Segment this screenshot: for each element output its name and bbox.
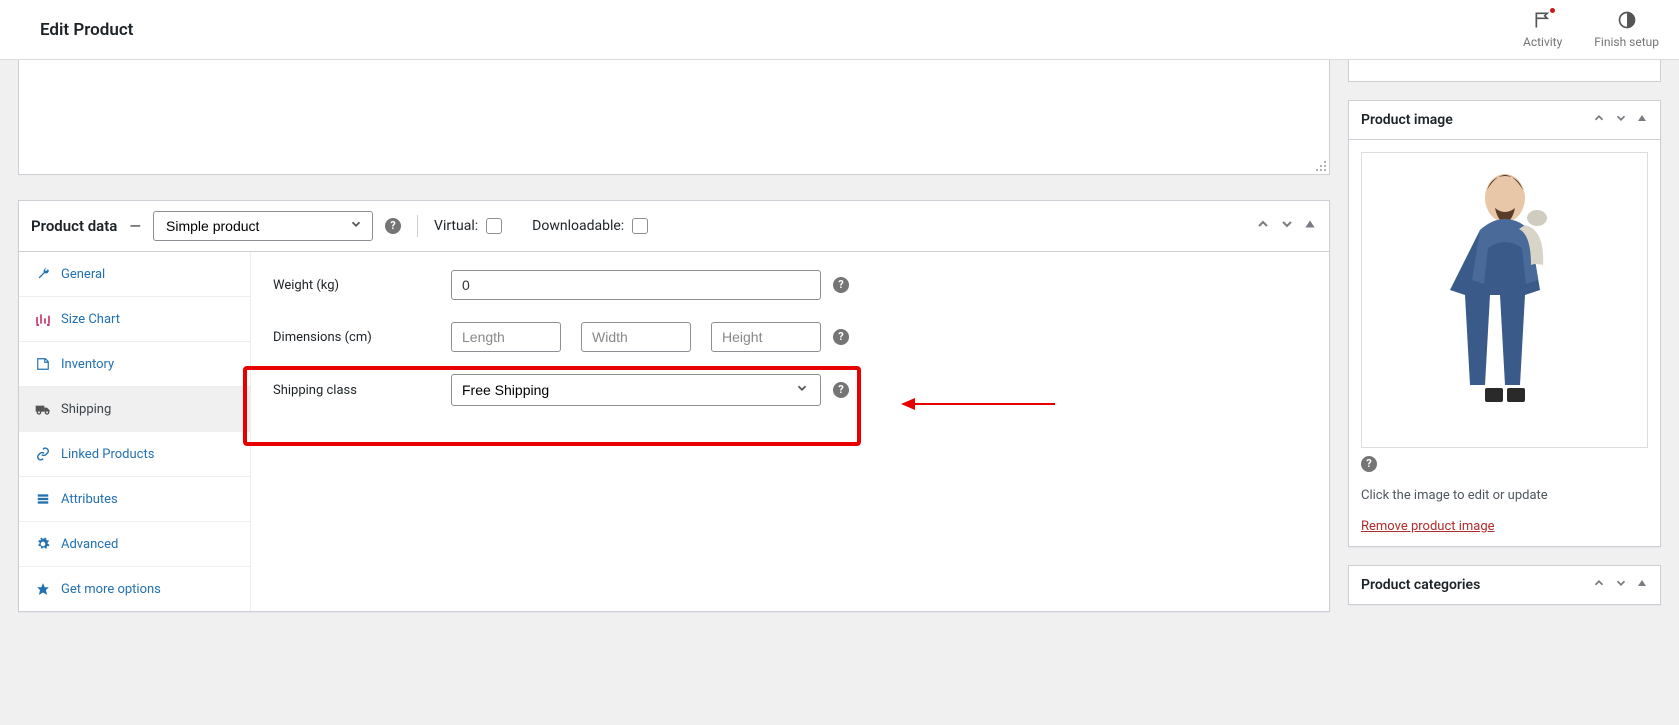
panel-toggle-icon[interactable] xyxy=(1636,577,1648,593)
shipping-class-select[interactable]: Free Shipping xyxy=(451,374,821,406)
get-more-icon xyxy=(35,581,51,597)
resize-handle[interactable] xyxy=(1313,158,1327,172)
help-icon[interactable]: ? xyxy=(833,277,849,293)
product-data-heading: Product data xyxy=(31,217,117,235)
tab-shipping[interactable]: Shipping xyxy=(19,387,250,432)
tab-general-label: General xyxy=(61,267,105,282)
product-image-heading: Product image xyxy=(1361,112,1453,128)
help-icon[interactable]: ? xyxy=(833,382,849,398)
weight-input[interactable] xyxy=(451,270,821,300)
panel-move-down-icon[interactable] xyxy=(1614,111,1628,129)
virtual-checkbox[interactable] xyxy=(486,218,502,234)
panel-move-down-icon[interactable] xyxy=(1614,576,1628,594)
product-categories-heading: Product categories xyxy=(1361,577,1480,593)
tab-linked-products[interactable]: Linked Products xyxy=(19,432,250,477)
shipping-class-label: Shipping class xyxy=(273,383,451,398)
description-editor[interactable] xyxy=(18,60,1330,175)
downloadable-label: Downloadable: xyxy=(532,218,624,234)
panel-move-up-icon[interactable] xyxy=(1592,111,1606,129)
tab-advanced-label: Advanced xyxy=(61,537,118,552)
link-icon xyxy=(35,446,51,462)
weight-label: Weight (kg) xyxy=(273,278,451,293)
page-title: Edit Product xyxy=(40,20,133,40)
tab-attributes-label: Attributes xyxy=(61,492,118,507)
help-icon[interactable]: ? xyxy=(833,329,849,345)
width-input[interactable] xyxy=(581,322,691,352)
dash-separator: — xyxy=(129,217,141,235)
attributes-icon xyxy=(35,491,51,507)
tab-inventory-label: Inventory xyxy=(61,357,114,372)
gear-icon xyxy=(35,536,51,552)
shipping-icon xyxy=(35,401,51,417)
activity-label: Activity xyxy=(1523,35,1562,49)
help-icon[interactable]: ? xyxy=(385,218,401,234)
tab-advanced[interactable]: Advanced xyxy=(19,522,250,567)
tab-get-more-label: Get more options xyxy=(61,582,161,597)
length-input[interactable] xyxy=(451,322,561,352)
panel-move-down-icon[interactable] xyxy=(1279,216,1295,236)
size-chart-icon xyxy=(35,311,51,327)
product-type-select[interactable]: Simple product xyxy=(153,211,373,241)
help-icon[interactable]: ? xyxy=(1361,456,1377,472)
tab-linked-label: Linked Products xyxy=(61,447,154,462)
tab-size-chart-label: Size Chart xyxy=(61,312,120,327)
panel-move-up-icon[interactable] xyxy=(1255,216,1271,236)
tab-inventory[interactable]: Inventory xyxy=(19,342,250,387)
remove-product-image-link[interactable]: Remove product image xyxy=(1361,519,1495,534)
finish-setup-button[interactable]: Finish setup xyxy=(1594,10,1659,49)
downloadable-checkbox[interactable] xyxy=(632,218,648,234)
finish-setup-label: Finish setup xyxy=(1594,35,1659,49)
finish-setup-icon xyxy=(1617,10,1637,33)
inventory-icon xyxy=(35,356,51,372)
tab-attributes[interactable]: Attributes xyxy=(19,477,250,522)
product-image-caption: Click the image to edit or update xyxy=(1361,488,1648,503)
tab-shipping-label: Shipping xyxy=(61,402,111,417)
wrench-icon xyxy=(35,266,51,282)
separator xyxy=(417,215,418,237)
height-input[interactable] xyxy=(711,322,821,352)
panel-toggle-icon[interactable] xyxy=(1636,112,1648,128)
tab-size-chart[interactable]: Size Chart xyxy=(19,297,250,342)
sidebar-panel-fragment xyxy=(1348,60,1661,82)
panel-toggle-icon[interactable] xyxy=(1303,217,1317,235)
tab-get-more[interactable]: Get more options xyxy=(19,567,250,611)
dimensions-label: Dimensions (cm) xyxy=(273,330,451,345)
activity-icon xyxy=(1533,10,1553,33)
panel-move-up-icon[interactable] xyxy=(1592,576,1606,594)
activity-button[interactable]: Activity xyxy=(1523,10,1562,49)
virtual-label: Virtual: xyxy=(434,218,478,234)
tab-general[interactable]: General xyxy=(19,252,250,297)
chevron-down-icon xyxy=(795,381,809,399)
product-image-thumbnail[interactable] xyxy=(1361,152,1648,448)
